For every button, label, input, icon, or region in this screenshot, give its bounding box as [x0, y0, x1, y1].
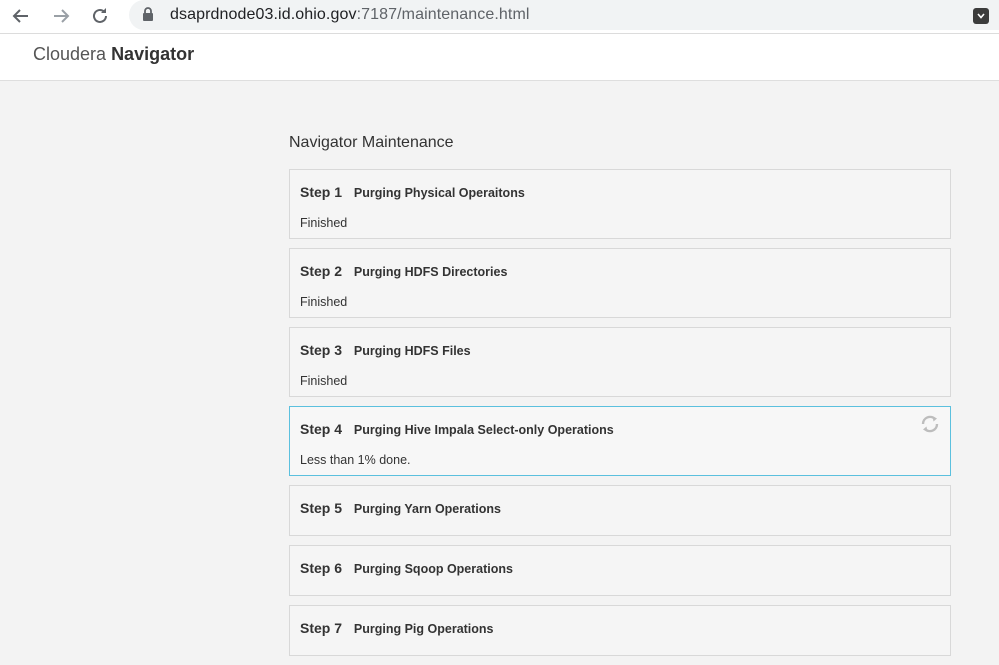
extension-icon — [977, 13, 985, 19]
url-path: :7187/maintenance.html — [356, 6, 530, 23]
step-status: Finished — [300, 216, 348, 230]
step-name: Purging Physical Operaitons — [353, 186, 525, 200]
step-status: Less than 1% done. — [300, 453, 411, 467]
step-name: Purging Sqoop Operations — [353, 562, 513, 576]
step-number: Step 3 — [300, 342, 343, 358]
reload-button[interactable] — [88, 4, 112, 28]
extension-button[interactable] — [973, 8, 989, 24]
step-header: Step 4 Purging Hive Impala Select-only O… — [300, 421, 614, 437]
step-number: Step 4 — [300, 421, 343, 437]
step-panel-3: Step 3 Purging HDFS Files Finished — [289, 327, 951, 397]
step-header: Step 5 Purging Yarn Operations — [300, 500, 501, 516]
step-panel-1: Step 1 Purging Physical Operaitons Finis… — [289, 169, 951, 239]
brand-logo[interactable]: Cloudera Navigator — [33, 44, 194, 65]
step-number: Step 6 — [300, 560, 343, 576]
brand-name-light: Cloudera — [33, 44, 107, 64]
step-number: Step 5 — [300, 500, 343, 516]
spinner-icon — [921, 415, 939, 433]
step-number: Step 1 — [300, 184, 343, 200]
step-number: Step 2 — [300, 263, 343, 279]
step-panel-4: Step 4 Purging Hive Impala Select-only O… — [289, 406, 951, 476]
page-title: Navigator Maintenance — [289, 134, 454, 151]
url-text: dsaprdnode03.id.ohio.gov:7187/maintenanc… — [170, 6, 530, 24]
step-header: Step 6 Purging Sqoop Operations — [300, 560, 513, 576]
step-panel-2: Step 2 Purging HDFS Directories Finished — [289, 248, 951, 318]
brand-name-bold: Navigator — [111, 44, 195, 64]
forward-button[interactable] — [49, 4, 73, 28]
app-header: Cloudera Navigator — [0, 34, 999, 81]
step-name: Purging Hive Impala Select-only Operatio… — [353, 423, 614, 437]
step-name: Purging Yarn Operations — [353, 502, 501, 516]
step-status: Finished — [300, 374, 348, 388]
step-panel-7: Step 7 Purging Pig Operations — [289, 605, 951, 656]
step-panel-6: Step 6 Purging Sqoop Operations — [289, 545, 951, 596]
step-header: Step 7 Purging Pig Operations — [300, 620, 494, 636]
lock-icon — [143, 7, 153, 21]
url-host: dsaprdnode03.id.ohio.gov — [170, 6, 357, 23]
step-name: Purging HDFS Directories — [353, 265, 508, 279]
browser-toolbar: dsaprdnode03.id.ohio.gov:7187/maintenanc… — [0, 0, 999, 34]
step-name: Purging HDFS Files — [353, 344, 471, 358]
address-bar[interactable]: dsaprdnode03.id.ohio.gov:7187/maintenanc… — [129, 0, 999, 30]
step-panel-5: Step 5 Purging Yarn Operations — [289, 485, 951, 536]
maintenance-steps: Step 1 Purging Physical Operaitons Finis… — [289, 169, 951, 665]
step-header: Step 2 Purging HDFS Directories — [300, 263, 507, 279]
step-header: Step 3 Purging HDFS Files — [300, 342, 471, 358]
back-button[interactable] — [9, 4, 33, 28]
step-name: Purging Pig Operations — [353, 622, 494, 636]
forward-arrow-icon — [54, 9, 70, 23]
reload-icon — [93, 8, 107, 23]
step-status: Finished — [300, 295, 348, 309]
step-header: Step 1 Purging Physical Operaitons — [300, 184, 525, 200]
step-number: Step 7 — [300, 620, 343, 636]
back-arrow-icon — [12, 9, 28, 23]
